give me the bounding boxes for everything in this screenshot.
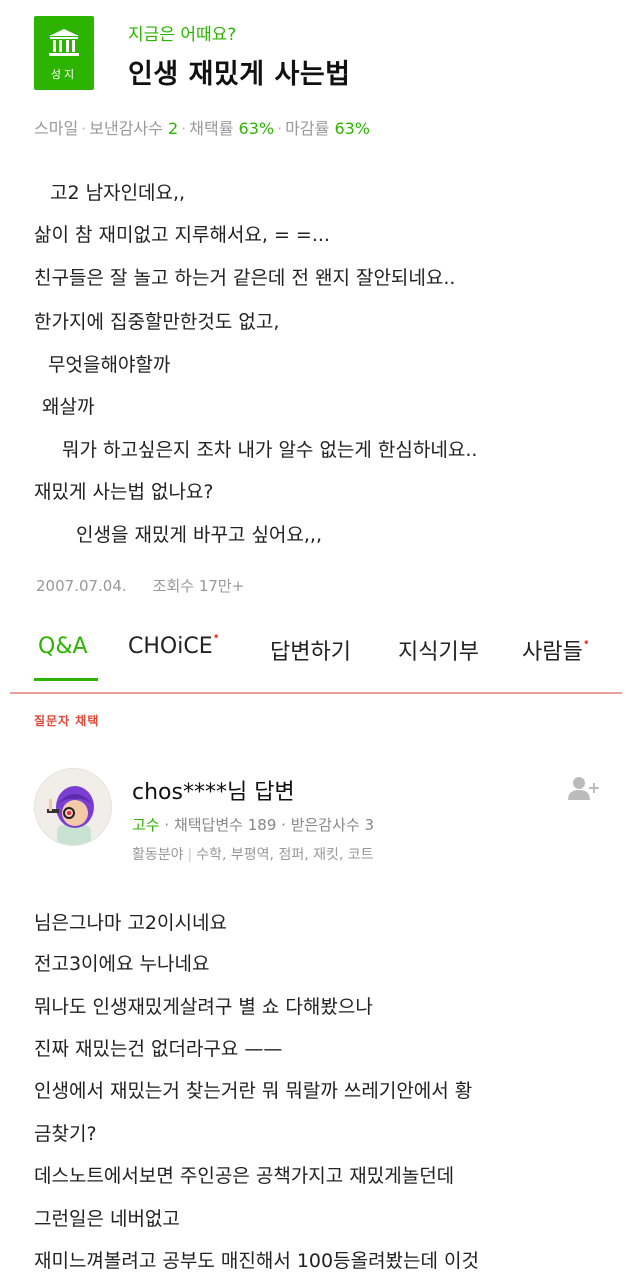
question-meta: 스마일 · 보낸감사수 2 · 채택률 63% · 마감률 63% — [34, 119, 370, 138]
adopted-answers-value: 189 — [247, 816, 277, 834]
question-subtitle[interactable]: 지금은 어때요? — [128, 20, 236, 45]
tab-choice-new-dot: • — [212, 630, 220, 644]
question-date: 2007.07.04. — [36, 577, 127, 595]
sacred-place-badge: 성지 — [34, 16, 94, 90]
add-user-button[interactable] — [566, 774, 602, 804]
question-line: 무엇을해야할까 — [48, 354, 171, 376]
tab-people-label: 사람들 — [522, 640, 583, 665]
add-user-icon — [568, 777, 599, 800]
question-line: 재밌게 사는법 없나요? — [34, 481, 214, 503]
answer-line: 뭐나도 인생재밌게살려구 별 쇼 다해봤으나 — [34, 996, 373, 1018]
question-line: 고2 남자인데요,, — [50, 182, 186, 204]
answer-line: 님은그나마 고2이시네요 — [34, 912, 227, 934]
adopt-label: 채택률 — [189, 119, 234, 138]
answer-line: 금찾기? — [34, 1123, 97, 1145]
answer-line: 그런일은 네버없고 — [34, 1208, 180, 1230]
fields-value: 수학, 부평역, 점퍼, 재킷, 코트 — [196, 847, 374, 863]
adopt-value: 63% — [238, 119, 275, 138]
thanks-label: 보낸감사수 — [89, 119, 163, 138]
answer-line: 재미느껴볼려고 공부도 매진해서 100등올려봤는데 이것 — [34, 1250, 479, 1272]
adopted-answers-label: 채택답변수 — [173, 816, 243, 834]
received-thanks-value: 3 — [364, 816, 375, 834]
question-header: 성지 지금은 어때요? 인생 재밌게 사는법 — [34, 16, 624, 96]
answerer-name[interactable]: chos****님 답변 — [132, 774, 295, 806]
answer-header: chos****님 답변 고수 · 채택답변수 189 · 받은감사수 3 활동… — [34, 764, 624, 884]
question-views: 조회수 17만+ — [152, 577, 245, 595]
badge-label: 성지 — [50, 68, 78, 81]
question-line: 인생을 재밌게 바꾸고 싶어요,,, — [76, 524, 322, 546]
close-value: 63% — [334, 119, 370, 138]
tab-choice[interactable]: CHOiCE• — [128, 630, 220, 659]
chosen-by-asker-label: 질문자 채택 — [34, 714, 100, 728]
question-date-views: 2007.07.04. 조회수 17만+ — [36, 575, 244, 596]
avatar[interactable] — [34, 768, 112, 846]
answer-line: 데스노트에서보면 주인공은 공책가지고 재밌게놀던데 — [34, 1165, 455, 1187]
tab-write-answer[interactable]: 답변하기 — [270, 634, 351, 666]
question-line: 왜살까 — [42, 396, 95, 418]
tab-people[interactable]: 사람들• — [522, 634, 590, 666]
tab-people-new-dot: • — [582, 636, 590, 650]
answer-line: 인생에서 재밌는거 찾는거란 뭐 뭐랄까 쓰레기안에서 황 — [34, 1080, 473, 1102]
answer-line: 진짜 재밌는건 없더라구요 —— — [34, 1038, 283, 1060]
author-name[interactable]: 스마일 — [34, 119, 78, 138]
fields-label: 활동분야 — [132, 847, 184, 863]
tab-bar: Q&A CHOiCE• 답변하기 지식기부 사람들• — [0, 618, 640, 694]
tab-knowledge-donation[interactable]: 지식기부 — [398, 634, 479, 666]
question-line: 뭐가 하고싶은지 조차 내가 알수 없는게 한심하네요.. — [62, 439, 478, 461]
close-label: 마감률 — [285, 119, 330, 138]
question-title: 인생 재밌게 사는법 — [128, 59, 351, 90]
answerer-fields: 활동분야 | 수학, 부평역, 점퍼, 재킷, 코트 — [132, 847, 374, 863]
answer-line: 전고3이에요 누나네요 — [34, 953, 210, 975]
thanks-value: 2 — [167, 119, 179, 138]
building-icon — [49, 29, 79, 56]
answerer-stats: 고수 · 채택답변수 189 · 받은감사수 3 — [132, 816, 375, 834]
avatar-illustration — [47, 786, 94, 845]
tab-choice-label: CHOiCE — [128, 634, 213, 659]
question-line: 한가지에 집중할만한것도 없고, — [34, 311, 280, 333]
question-line: 삶이 참 재미없고 지루해서요, = =... — [34, 224, 330, 246]
received-thanks-label: 받은감사수 — [290, 816, 360, 834]
tabs-divider — [10, 692, 622, 694]
answerer-level: 고수 — [132, 816, 160, 834]
tab-qa[interactable]: Q&A — [38, 634, 88, 659]
question-line: 친구들은 잘 놀고 하는거 같은데 전 왠지 잘안되네요.. — [34, 267, 456, 289]
active-tab-indicator — [34, 678, 98, 681]
